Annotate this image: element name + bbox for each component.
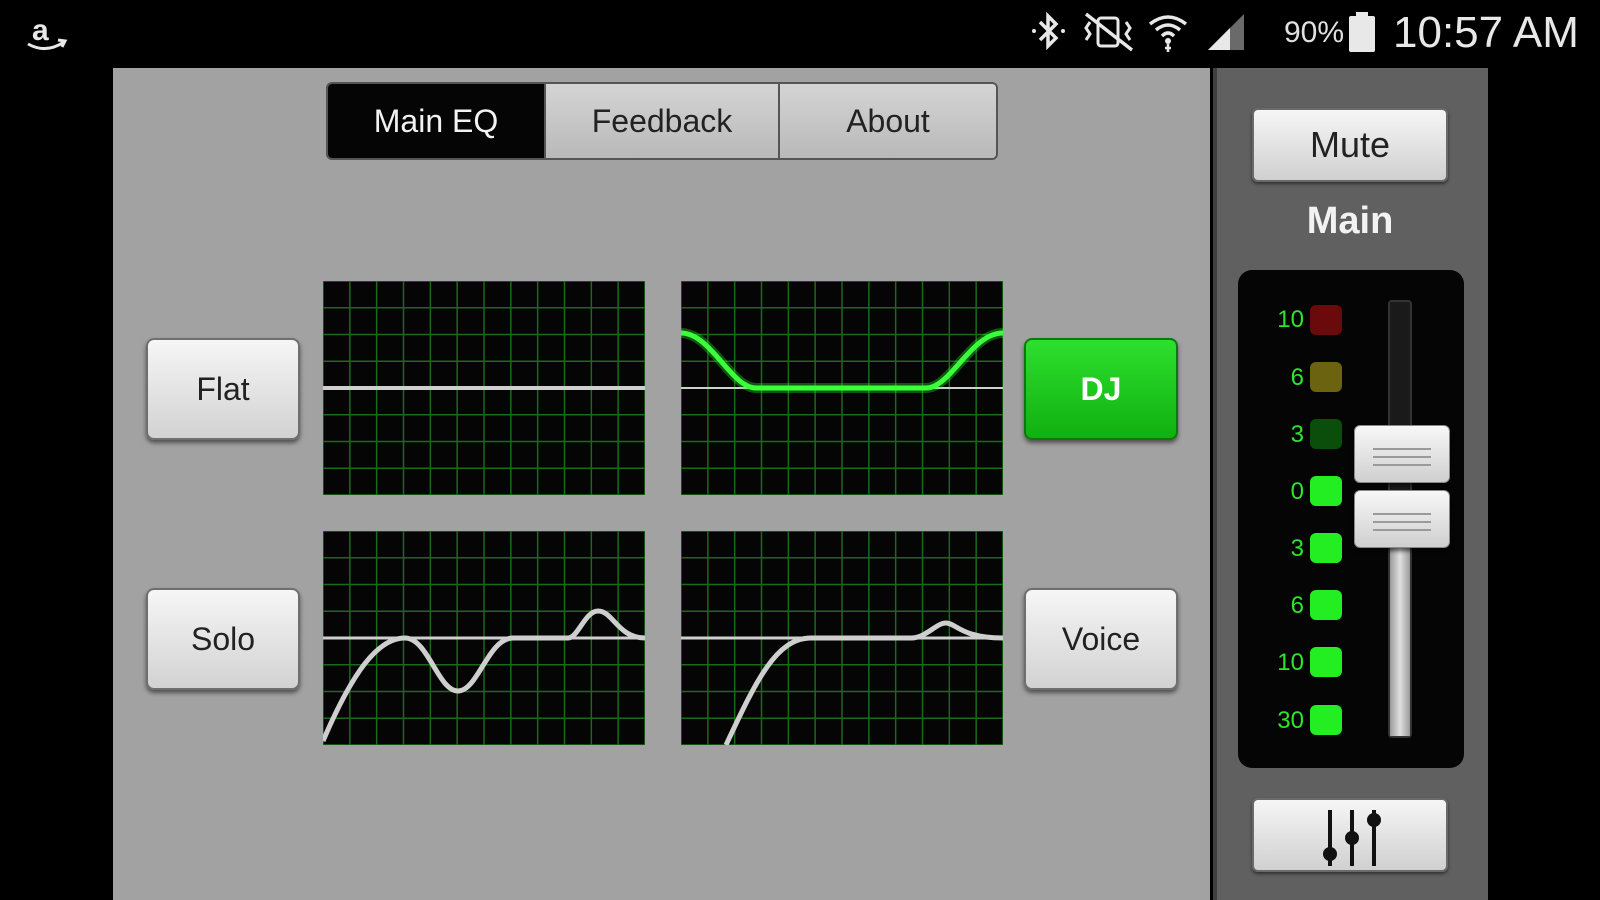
meter-led (1310, 476, 1342, 506)
meter-led (1310, 705, 1342, 735)
eq-curve-flat[interactable] (323, 281, 645, 495)
preset-dj-button[interactable]: DJ (1024, 338, 1178, 440)
channel-name: Main (1306, 200, 1394, 242)
battery-percentage: 90% (1284, 16, 1345, 49)
meter-led (1310, 362, 1342, 392)
preset-voice-button[interactable]: Voice (1024, 588, 1178, 690)
tab-main-eq[interactable]: Main EQ (328, 84, 546, 158)
clock: 10:57 AM (1393, 8, 1579, 57)
eq-curve-solo[interactable] (323, 531, 645, 745)
meter-led (1310, 533, 1342, 563)
tab-feedback[interactable]: Feedback (546, 84, 780, 158)
fader-handle-upper[interactable] (1354, 425, 1450, 483)
battery-icon (1349, 12, 1375, 52)
svg-text:a: a (32, 14, 49, 47)
meter-led (1310, 419, 1342, 449)
bluetooth-icon (1032, 11, 1065, 51)
fader-fill (1390, 548, 1410, 736)
wifi-icon (1148, 15, 1188, 52)
mixer-sliders-icon (1323, 810, 1381, 866)
tab-about[interactable]: About (780, 84, 996, 158)
meter-label: 6 (1290, 592, 1304, 619)
meter-led (1310, 590, 1342, 620)
meter-label: 30 (1277, 707, 1304, 734)
meter-led (1310, 305, 1342, 335)
meter-label: 3 (1290, 535, 1304, 562)
mixer-button[interactable] (1252, 798, 1448, 872)
meter-label: 0 (1290, 478, 1304, 505)
tab-bar: Main EQ Feedback About (326, 82, 998, 160)
eq-curve-dj[interactable] (681, 281, 1003, 495)
vibrate-mute-icon (1084, 12, 1134, 52)
meter-label: 10 (1277, 649, 1304, 676)
eq-curve-voice[interactable] (681, 531, 1003, 745)
meter-led (1310, 647, 1342, 677)
amazon-icon: a (27, 14, 68, 50)
meter-label: 3 (1290, 421, 1304, 448)
preset-flat-button[interactable]: Flat (146, 338, 300, 440)
meter-label: 6 (1290, 364, 1304, 391)
fader-handle-lower[interactable] (1354, 490, 1450, 548)
status-bar: a 90% 10:57 AM (0, 0, 1600, 68)
mute-button[interactable]: Mute (1252, 108, 1448, 182)
preset-solo-button[interactable]: Solo (146, 588, 300, 690)
meter-label: 10 (1277, 306, 1304, 333)
signal-icon (1208, 14, 1244, 50)
eq-panel (113, 68, 1210, 900)
